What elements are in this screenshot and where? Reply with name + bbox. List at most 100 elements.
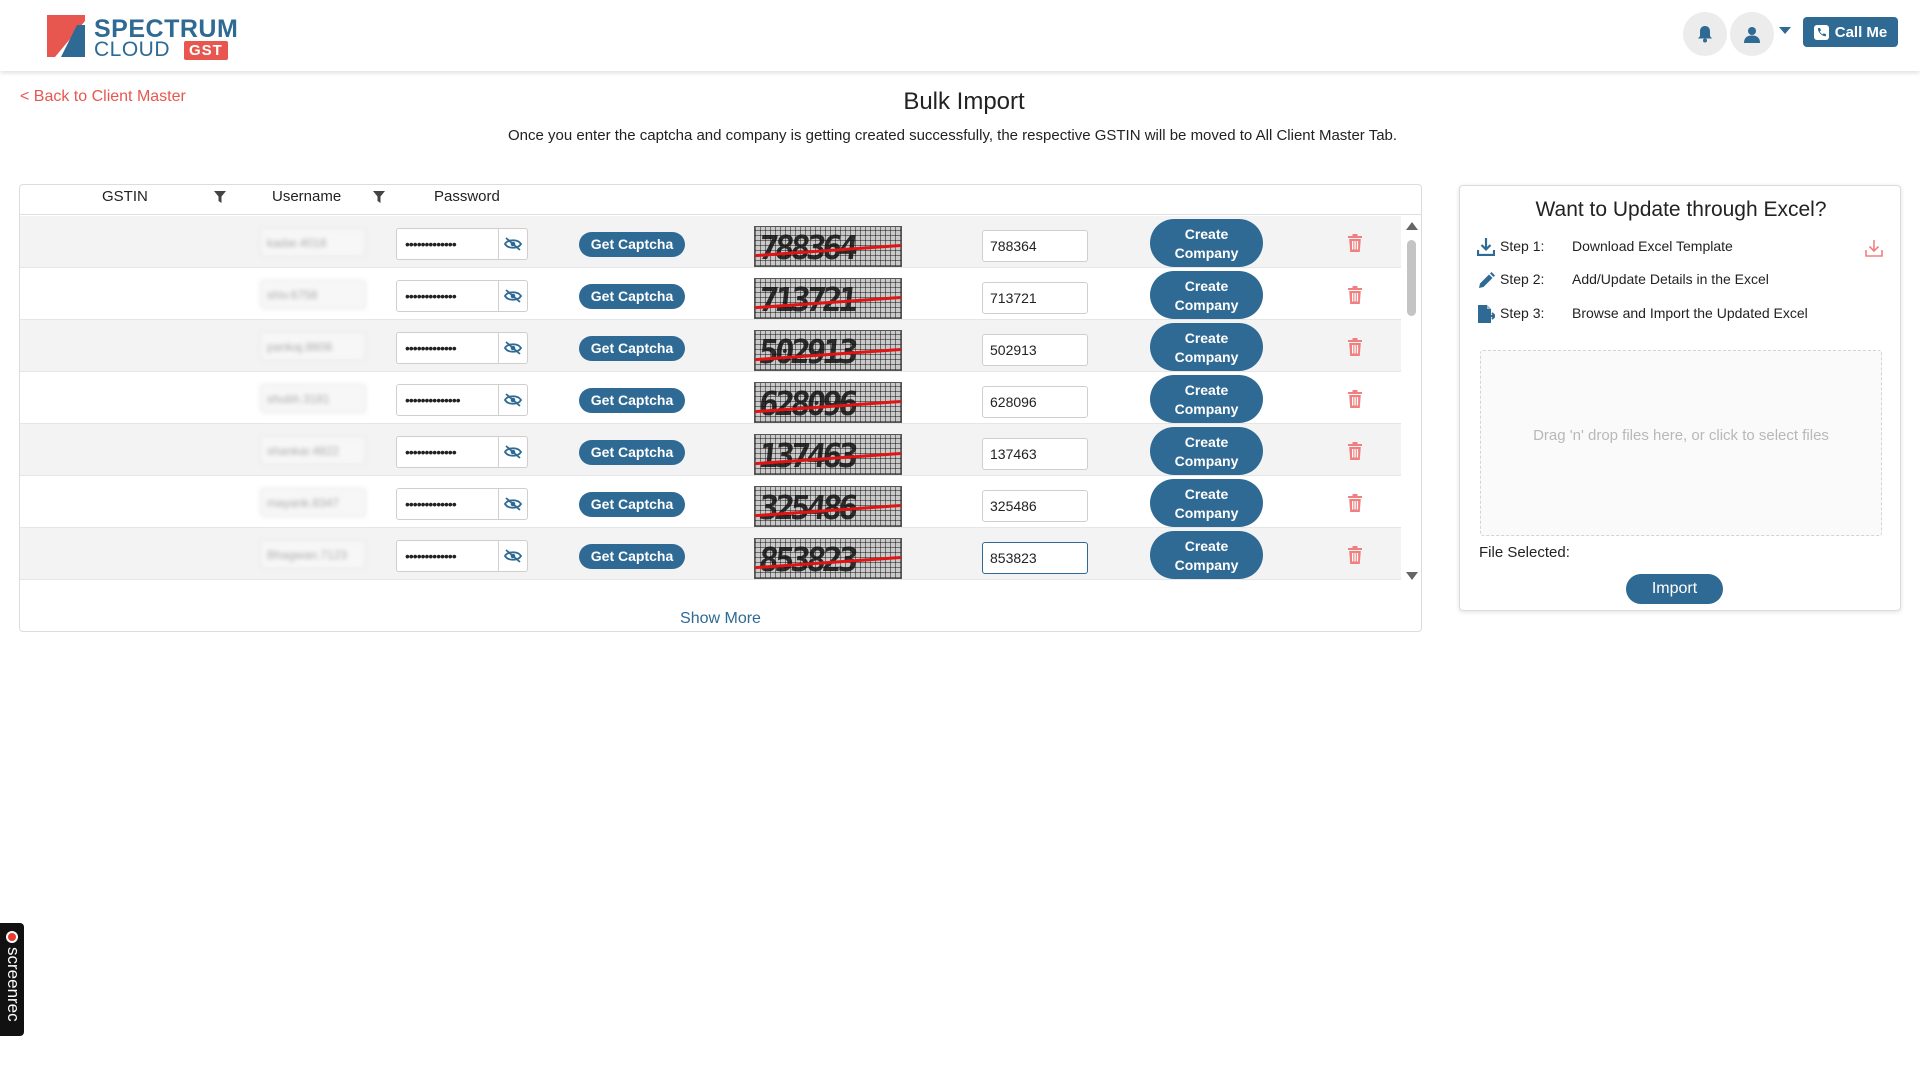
create-company-button[interactable]: Create Company [1150,479,1263,527]
step-2-label: Step 2: [1500,271,1545,287]
user-menu-button[interactable] [1730,12,1774,56]
top-header: SPECTRUM CLOUD GST Call Me [0,0,1920,71]
create-company-button[interactable]: Create Company [1150,531,1263,579]
scroll-up-arrow-icon[interactable] [1406,222,1418,230]
trash-icon[interactable] [1347,390,1363,408]
create-company-button[interactable]: Create Company [1150,427,1263,475]
pencil-icon [1479,272,1495,288]
phone-icon [1813,24,1829,40]
create-company-label-line1: Create [1184,278,1229,294]
create-company-button[interactable]: Create Company [1150,219,1263,267]
password-field[interactable]: ••••••••••••• [396,540,498,572]
username-field[interactable]: kadar.4018 [260,228,366,257]
trash-icon[interactable] [1347,234,1363,252]
trash-icon[interactable] [1347,494,1363,512]
call-me-button[interactable]: Call Me [1803,17,1898,47]
file-dropzone[interactable]: Drag 'n' drop files here, or click to se… [1480,350,1882,536]
bulk-import-table: GSTIN Username Password kadar.4018 •••••… [19,184,1422,632]
notifications-button[interactable] [1683,12,1727,56]
password-field[interactable]: ••••••••••••• [396,280,498,312]
screenrec-badge[interactable]: screenrec [0,923,24,1036]
captcha-input[interactable]: 853823 [982,542,1088,574]
password-field[interactable]: •••••••••••••• [396,384,498,416]
get-captcha-button[interactable]: Get Captcha [579,492,685,517]
toggle-password-visibility-button[interactable] [498,332,528,364]
username-filter-icon[interactable] [373,191,385,204]
get-captcha-button[interactable]: Get Captcha [579,284,685,309]
scrollbar-thumb[interactable] [1407,240,1416,316]
trash-icon[interactable] [1347,286,1363,304]
toggle-password-visibility-button[interactable] [498,384,528,416]
captcha-input[interactable]: 628096 [982,386,1088,418]
eye-slash-icon [504,237,522,251]
captcha-input[interactable]: 788364 [982,230,1088,262]
password-field[interactable]: ••••••••••••• [396,436,498,468]
gstin-filter-icon[interactable] [214,191,226,204]
create-company-label-line2: Company [1174,245,1239,261]
username-field[interactable]: mayank.8347 [260,488,366,517]
get-captcha-button[interactable]: Get Captcha [579,336,685,361]
show-more-link[interactable]: Show More [20,610,1421,628]
trash-icon[interactable] [1347,338,1363,356]
step-1-label: Step 1: [1500,238,1545,254]
trash-icon[interactable] [1347,546,1363,564]
get-captcha-button[interactable]: Get Captcha [579,388,685,413]
column-header-username: Username [272,188,342,205]
create-company-button[interactable]: Create Company [1150,375,1263,423]
toggle-password-visibility-button[interactable] [498,228,528,260]
table-row: shubh.3181 •••••••••••••• Get Captcha 62… [20,372,1401,424]
table-body[interactable]: kadar.4018 ••••••••••••• Get Captcha 788… [20,216,1401,586]
captcha-input[interactable]: 137463 [982,438,1088,470]
create-company-label-line2: Company [1174,349,1239,365]
captcha-input[interactable]: 325486 [982,490,1088,522]
get-captcha-button[interactable]: Get Captcha [579,440,685,465]
username-field[interactable]: Bhagwan.7123 [260,540,366,569]
eye-slash-icon [504,393,522,407]
username-field[interactable]: shiv.6758 [260,280,366,309]
spectrum-cloud-logo[interactable]: SPECTRUM CLOUD GST [47,15,247,61]
column-header-password: Password [434,188,500,205]
eye-slash-icon [504,341,522,355]
eye-slash-icon [504,289,522,303]
password-field[interactable]: ••••••••••••• [396,228,498,260]
user-icon [1744,26,1760,43]
create-company-button[interactable]: Create Company [1150,323,1263,371]
create-company-button[interactable]: Create Company [1150,271,1263,319]
table-row: pankaj.8606 ••••••••••••• Get Captcha 50… [20,320,1401,372]
password-field[interactable]: ••••••••••••• [396,488,498,520]
scroll-down-arrow-icon[interactable] [1406,572,1418,580]
get-captcha-button[interactable]: Get Captcha [579,232,685,257]
captcha-image: 713721 [754,278,902,319]
create-company-label-line2: Company [1174,505,1239,521]
logo-text-gst: GST [184,41,228,60]
step-3-text: Browse and Import the Updated Excel [1572,305,1808,321]
create-company-label-line1: Create [1184,538,1229,554]
table-row: shiv.6758 ••••••••••••• Get Captcha 7137… [20,268,1401,320]
eye-slash-icon [504,445,522,459]
create-company-label-line2: Company [1174,453,1239,469]
call-me-label: Call Me [1834,23,1888,41]
captcha-input[interactable]: 502913 [982,334,1088,366]
username-field[interactable]: shankar.4822 [260,436,366,465]
captcha-input[interactable]: 713721 [982,282,1088,314]
toggle-password-visibility-button[interactable] [498,436,528,468]
download-template-icon[interactable] [1864,238,1884,258]
create-company-label-line2: Company [1174,557,1239,573]
excel-update-card: Want to Update through Excel? Step 1: Do… [1459,185,1901,611]
chevron-down-icon[interactable] [1779,27,1791,34]
import-button[interactable]: Import [1626,574,1723,604]
trash-icon[interactable] [1347,442,1363,460]
username-field[interactable]: pankaj.8606 [260,332,366,361]
eye-slash-icon [504,549,522,563]
captcha-image: 628096 [754,382,902,423]
record-icon [6,931,18,943]
toggle-password-visibility-button[interactable] [498,488,528,520]
toggle-password-visibility-button[interactable] [498,280,528,312]
get-captcha-button[interactable]: Get Captcha [579,544,685,569]
toggle-password-visibility-button[interactable] [498,540,528,572]
password-field[interactable]: ••••••••••••• [396,332,498,364]
dropzone-text: Drag 'n' drop files here, or click to se… [1533,427,1829,444]
table-scrollbar[interactable] [1403,216,1419,586]
download-icon [1477,238,1495,256]
username-field[interactable]: shubh.3181 [260,384,366,413]
